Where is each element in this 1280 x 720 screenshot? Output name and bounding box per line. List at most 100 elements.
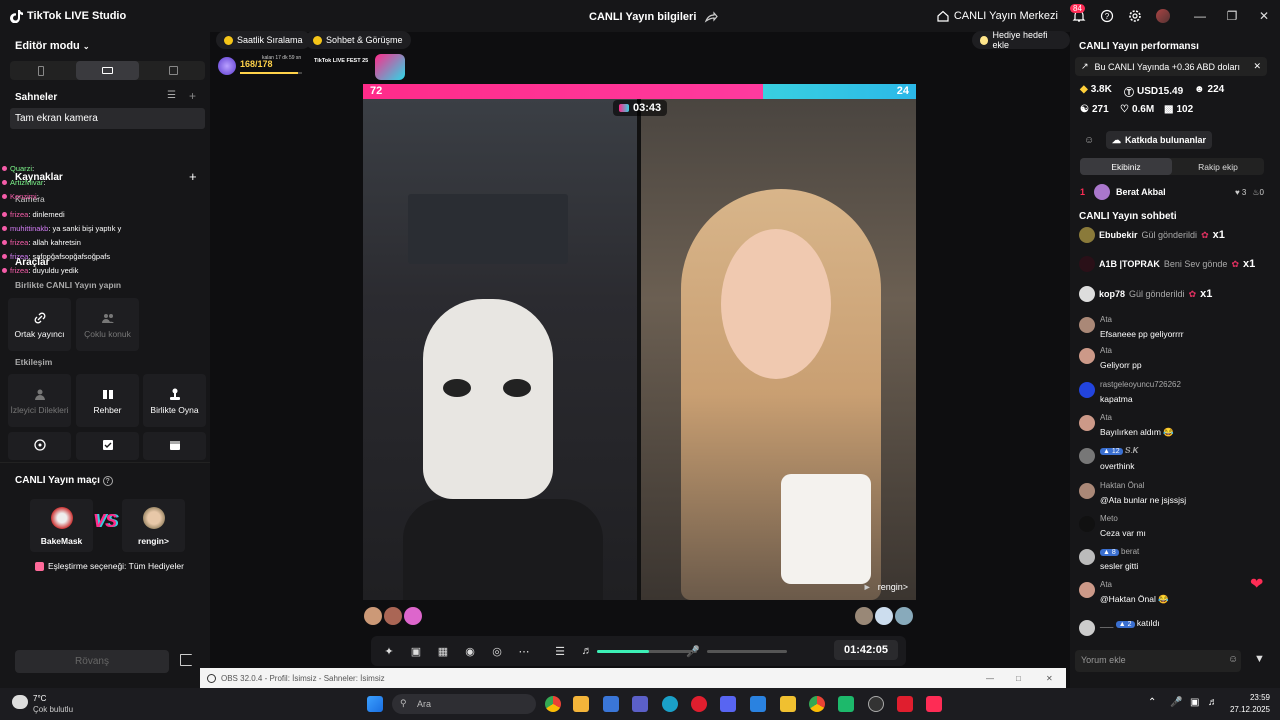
chat-avatar[interactable] [1079, 448, 1095, 464]
chat-avatar[interactable] [1079, 483, 1095, 499]
checklist-tool-button[interactable] [76, 432, 139, 460]
weather-icon[interactable] [12, 695, 28, 709]
close-button[interactable]: ✕ [1248, 0, 1280, 32]
chat-message[interactable]: ▲ 8 berat sesler gitti [1100, 547, 1139, 571]
add-source-icon[interactable]: + [189, 169, 197, 184]
tab-your-team[interactable]: Ekibiniz [1080, 158, 1172, 175]
comment-input[interactable]: Yorum ekle [1075, 650, 1241, 672]
chat-avatar[interactable] [1079, 620, 1095, 636]
tab-rival-team[interactable]: Rakip ekip [1172, 158, 1264, 175]
help-button[interactable]: ? [1100, 9, 1114, 23]
cohost-button[interactable]: Ortak yayıncı [8, 298, 71, 351]
taskbar-clock[interactable]: 23:59 27.12.2025 [1230, 693, 1270, 714]
live-info-button[interactable]: CANLI Yayın bilgileri [589, 10, 719, 24]
weather-temp[interactable]: 7°C [33, 694, 46, 703]
chat-message[interactable]: Ata Bayılırken aldım 😂 [1100, 413, 1174, 438]
explorer-icon[interactable] [780, 696, 796, 712]
dual-mode-tab[interactable] [143, 61, 205, 80]
tray-mic-icon[interactable]: 🎤 [1170, 697, 1182, 708]
exit-icon[interactable] [180, 654, 192, 666]
magic-wand-icon[interactable]: ✦ [380, 642, 398, 660]
host-right-label[interactable]: ► rengin> [863, 582, 908, 592]
chat-avatar[interactable] [1079, 317, 1095, 333]
landscape-mode-tab[interactable] [76, 61, 139, 80]
scene-list-icon[interactable]: ☰ [167, 90, 176, 101]
scene-item-fullscreen-camera[interactable]: Tam ekran kamera [10, 108, 205, 129]
opera-icon[interactable] [691, 696, 707, 712]
minimize-button[interactable]: — [1184, 0, 1216, 32]
layout-add-icon[interactable]: ▣ [407, 642, 425, 660]
settings-button[interactable] [1128, 9, 1142, 23]
editor-mode-dropdown[interactable]: Editör modu ⌄ [15, 40, 90, 52]
gift-goal-pill[interactable]: Hediye hedefi ekle [972, 30, 1070, 50]
profile-avatar[interactable] [1156, 9, 1170, 23]
tray-network-icon[interactable]: ▣ [1190, 697, 1199, 708]
player-b-card[interactable]: rengin> [122, 499, 185, 552]
chat-message[interactable]: Ata Geliyorr pp [1100, 346, 1142, 370]
record-icon[interactable]: ◉ [461, 642, 479, 660]
multi-guest-button[interactable]: Çoklu konuk [76, 298, 139, 351]
gift-row[interactable]: kop78 Gül gönderildi ✿ x1 [1079, 286, 1212, 302]
taskbar-search[interactable]: ⚲ Ara [392, 694, 536, 714]
chat-avatar[interactable] [1079, 415, 1095, 431]
portrait-mode-tab[interactable] [10, 61, 72, 80]
close-icon[interactable]: ✕ [1253, 61, 1261, 72]
team-avatar[interactable] [364, 607, 382, 625]
chat-message[interactable]: rastgeleoyuncu726262 kapatma [1100, 380, 1181, 404]
live-center-button[interactable]: CANLI Yayın Merkezi [936, 9, 1058, 23]
emoji-icon[interactable]: ☺ [1228, 654, 1238, 665]
youtube-icon[interactable] [897, 696, 913, 712]
contributors-button[interactable]: ☁ Katkıda bulunanlar [1106, 131, 1213, 149]
chat-message[interactable]: Haktan Önal @Ata bunlar ne jsjssjsj [1100, 481, 1186, 505]
obs-close-button[interactable]: ✕ [1046, 674, 1053, 683]
team-avatar[interactable] [384, 607, 402, 625]
gift-row[interactable]: Ebubekir Gül gönderildi ✿ x1 [1079, 227, 1225, 243]
chat-message[interactable]: ___ ▲ 2 katıldı [1100, 618, 1160, 628]
weather-desc[interactable]: Çok bulutlu [33, 705, 73, 714]
ranking-row[interactable]: 1 Berat Akbal ♥ 3 ♨0 [1080, 184, 1264, 200]
chat-avatar[interactable] [1079, 516, 1095, 532]
mail-icon[interactable] [750, 696, 766, 712]
chrome-active-icon[interactable] [809, 696, 825, 712]
guide-button[interactable]: Rehber [76, 374, 139, 427]
discord-icon[interactable] [720, 696, 736, 712]
add-scene-icon[interactable]: + [189, 89, 196, 103]
tray-chevron-icon[interactable]: ⌃ [1148, 697, 1156, 708]
viewer-wishes-button[interactable]: İzleyici Dilekleri [8, 374, 71, 427]
person-settings-icon[interactable]: ☺ [1084, 135, 1094, 146]
target-tool-button[interactable] [8, 432, 71, 460]
app-green-icon[interactable] [838, 696, 854, 712]
chat-message[interactable]: ▲ 12 𝑺.𝑲 overthink [1100, 446, 1138, 471]
more-icon[interactable]: ⋯ [515, 642, 533, 660]
chat-message[interactable]: Ata @Haktan Önal 😂 [1100, 580, 1169, 605]
team-avatar[interactable] [855, 607, 873, 625]
filter-icon[interactable]: ▼ [1254, 653, 1265, 665]
camera-icon[interactable]: ◎ [488, 642, 506, 660]
chat-message[interactable]: Meto Ceza var mı [1100, 514, 1146, 538]
files-icon[interactable] [603, 696, 619, 712]
microphone-icon[interactable]: 🎤 [684, 642, 702, 660]
team-avatar[interactable] [895, 607, 913, 625]
speaker-icon[interactable]: ♬ [578, 642, 596, 660]
edge-icon[interactable] [662, 696, 678, 712]
share-icon[interactable] [704, 10, 719, 24]
live-fest-tag[interactable]: TikTok LIVE FEST 25 [314, 58, 372, 65]
play-together-button[interactable]: Birlikte Oyna [143, 374, 206, 427]
team-avatar[interactable] [875, 607, 893, 625]
player-a-card[interactable]: BakeMask [30, 499, 93, 552]
gift-row[interactable]: A1B |TOPRAK Beni Sev gönde ✿ x1 [1079, 256, 1255, 272]
chat-message[interactable]: Ata Efsaneee pp geliyorrrr [1100, 315, 1184, 339]
chat-avatar[interactable] [1079, 582, 1095, 598]
mic-slider[interactable] [707, 650, 787, 653]
chat-avatar[interactable] [1079, 549, 1095, 565]
hourly-ranking-pill[interactable]: Saatlik Sıralama [216, 31, 311, 49]
team-avatar[interactable] [404, 607, 422, 625]
chat-avatar[interactable] [1079, 348, 1095, 364]
obs-minimize-button[interactable]: — [986, 674, 994, 683]
volume-slider[interactable] [597, 650, 697, 653]
teams-icon[interactable] [632, 696, 648, 712]
chat-avatar[interactable] [1079, 382, 1095, 398]
tiktok-taskbar-icon[interactable] [926, 696, 942, 712]
rematch-button[interactable]: Rövanş [15, 650, 169, 673]
store-icon[interactable] [573, 696, 589, 712]
